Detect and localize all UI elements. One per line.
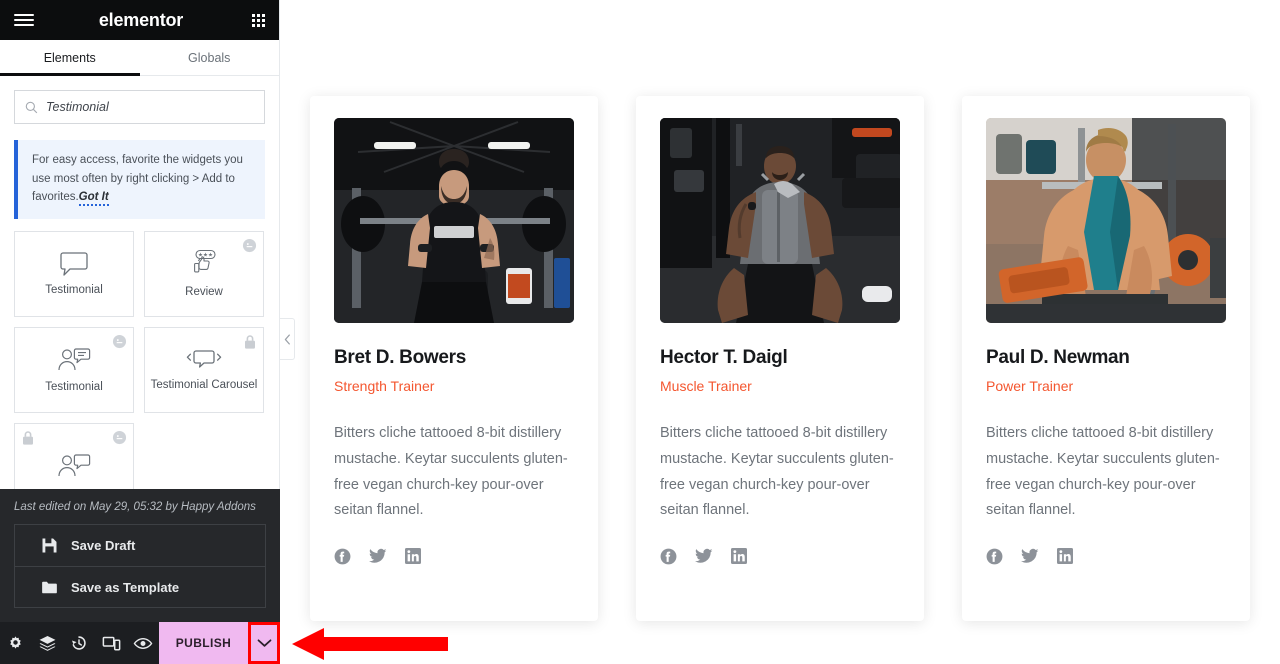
publish-button[interactable]: PUBLISH	[158, 622, 249, 664]
save-draft-label: Save Draft	[71, 538, 136, 553]
tab-globals-label: Globals	[188, 50, 231, 65]
elementor-editor: elementor Elements Globals For	[0, 0, 1280, 664]
responsive-devices-icon	[102, 636, 121, 650]
linkedin-icon[interactable]	[405, 548, 421, 565]
save-options-panel: Last edited on May 29, 05:32 by Happy Ad…	[0, 489, 280, 622]
widget-tile-testimonial[interactable]: Testimonial	[14, 230, 134, 317]
widget-label: Testimonial	[45, 381, 103, 394]
panel-collapse-handle[interactable]	[280, 318, 295, 360]
facebook-icon[interactable]	[660, 548, 677, 565]
chevron-down-icon	[257, 639, 272, 647]
gym-photo-bright	[986, 118, 1226, 323]
pro-stamp-icon	[112, 430, 127, 450]
twitter-icon[interactable]	[1021, 548, 1039, 565]
testimonial-text: Bitters cliche tattooed 8-bit distillery…	[986, 425, 1220, 519]
facebook-icon[interactable]	[334, 548, 351, 565]
favorites-notice-text: For easy access, favorite the widgets yo…	[32, 154, 243, 204]
trainer-role: Muscle Trainer	[660, 378, 752, 394]
pro-stamp-icon	[112, 334, 127, 354]
history-clock-icon	[72, 636, 87, 650]
lock-icon	[243, 334, 257, 355]
widget-list: Testimonial ★★★ Review Testimonial Testi…	[0, 219, 279, 509]
testimonial-card[interactable]: Hector T. Daigl Muscle Trainer Bitters c…	[636, 96, 924, 621]
navigator-button[interactable]	[32, 622, 64, 664]
search-icon	[25, 101, 38, 113]
publish-options-caret[interactable]	[248, 622, 280, 664]
tab-elements-label: Elements	[43, 50, 96, 65]
trainer-role: Strength Trainer	[334, 378, 435, 394]
preview-button[interactable]	[127, 622, 159, 664]
tab-elements[interactable]: Elements	[0, 40, 140, 76]
trainer-photo	[986, 118, 1226, 323]
twitter-icon[interactable]	[369, 548, 387, 565]
widget-label: Testimonial	[45, 284, 103, 297]
trainer-role: Power Trainer	[986, 378, 1074, 394]
chevron-left-icon	[284, 333, 290, 345]
social-links	[660, 548, 900, 565]
person-speech-icon	[58, 454, 91, 476]
apps-grid-icon[interactable]	[252, 13, 265, 27]
gear-icon	[10, 635, 22, 649]
eye-icon	[133, 637, 153, 649]
widget-tile-review[interactable]: ★★★ Review	[144, 230, 264, 317]
linkedin-icon[interactable]	[731, 548, 747, 565]
save-as-template-label: Save as Template	[71, 579, 180, 595]
thumbs-up-stars-icon: ★★★	[194, 250, 216, 273]
editor-panel: elementor Elements Globals For	[0, 0, 295, 664]
social-links	[986, 548, 1226, 565]
linkedin-icon[interactable]	[1057, 548, 1073, 565]
gym-photo-dark	[334, 118, 574, 323]
got-it-link[interactable]: Got It	[78, 191, 109, 207]
testimonial-grid: Bret D. Bowers Strength Trainer Bitters …	[280, 0, 1280, 621]
social-links	[334, 548, 574, 565]
widget-label: Testimonial Carousel	[150, 379, 258, 392]
save-as-template-button[interactable]: Save as Template	[15, 566, 265, 607]
lock-icon	[21, 430, 35, 451]
trainer-photo	[334, 118, 574, 323]
widget-tile-testimonial-pro[interactable]: Testimonial	[14, 326, 134, 413]
floppy-disk-icon	[42, 538, 57, 553]
panel-header: elementor	[0, 0, 279, 40]
search-box[interactable]	[14, 90, 265, 124]
speech-bubble-icon	[60, 252, 88, 277]
panel-footer: PUBLISH	[0, 622, 280, 664]
elementor-logo: elementor	[98, 9, 184, 30]
responsive-mode-button[interactable]	[95, 622, 127, 664]
trainer-name: Paul D. Newman	[986, 347, 1130, 368]
save-actions-list: Save Draft Save as Template	[14, 524, 266, 608]
person-speech-icon	[58, 348, 91, 371]
panel-tabs: Elements Globals	[0, 40, 279, 76]
folder-icon	[42, 581, 57, 593]
save-draft-button[interactable]: Save Draft	[15, 525, 265, 566]
publish-label: PUBLISH	[175, 636, 232, 650]
page-canvas: Bret D. Bowers Strength Trainer Bitters …	[280, 0, 1280, 664]
search-area	[0, 76, 279, 124]
trainer-photo	[660, 118, 900, 323]
widget-tile-testimonial-carousel[interactable]: Testimonial Carousel	[144, 326, 264, 413]
facebook-icon[interactable]	[986, 548, 1003, 565]
carousel-bubble-icon	[186, 350, 222, 369]
favorites-notice: For easy access, favorite the widgets yo…	[14, 140, 265, 219]
gym-photo-cable-machine	[660, 118, 900, 323]
layers-icon	[39, 635, 56, 651]
testimonial-card[interactable]: Bret D. Bowers Strength Trainer Bitters …	[310, 96, 598, 621]
trainer-name: Hector T. Daigl	[660, 347, 788, 368]
widget-label: Review	[185, 286, 223, 299]
pro-stamp-icon	[242, 238, 257, 258]
search-input[interactable]	[46, 100, 254, 114]
last-edited-text: Last edited on May 29, 05:32 by Happy Ad…	[14, 501, 256, 513]
testimonial-text: Bitters cliche tattooed 8-bit distillery…	[660, 425, 894, 519]
tab-globals[interactable]: Globals	[140, 40, 280, 75]
svg-text:★★★: ★★★	[198, 252, 213, 259]
testimonial-text: Bitters cliche tattooed 8-bit distillery…	[334, 425, 568, 519]
history-button[interactable]	[64, 622, 96, 664]
twitter-icon[interactable]	[695, 548, 713, 565]
testimonial-card[interactable]: Paul D. Newman Power Trainer Bitters cli…	[962, 96, 1250, 621]
settings-button[interactable]	[0, 622, 32, 664]
trainer-name: Bret D. Bowers	[334, 347, 467, 368]
